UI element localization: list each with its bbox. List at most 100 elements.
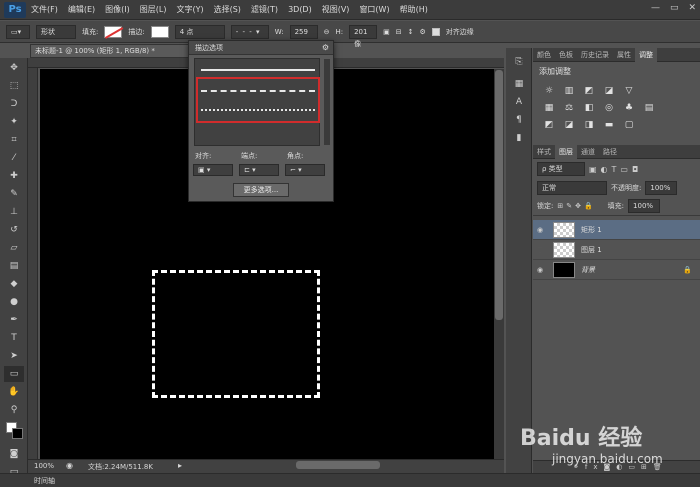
path-align-icon[interactable]: ⊟ (396, 28, 402, 36)
gradient-tool-icon[interactable]: ▤ (4, 258, 24, 274)
solid-line-option[interactable] (201, 69, 315, 71)
stamp-tool-icon[interactable]: ⊥ (4, 204, 24, 220)
zoom-level[interactable]: 100% (34, 462, 54, 470)
layer-name[interactable]: 背景 (581, 265, 595, 275)
color-swatches-icon[interactable] (4, 420, 24, 439)
status-menu-icon[interactable]: ◉ (66, 461, 73, 470)
tab-channels[interactable]: 通道 (577, 145, 599, 159)
actions-icon[interactable]: ▦ (509, 76, 529, 92)
crop-tool-icon[interactable]: ⌗ (4, 132, 24, 148)
brightness-icon[interactable]: ☼ (543, 85, 555, 97)
maximize-button[interactable]: ▭ (670, 3, 679, 13)
blend-mode-select[interactable]: 正常 (537, 181, 607, 195)
dashed-rectangle-shape[interactable] (152, 270, 320, 398)
menu-view[interactable]: 视图(V) (317, 4, 355, 15)
document-tab[interactable]: 未标题-1 @ 100% (矩形 1, RGB/8) * (30, 44, 190, 58)
invert-icon[interactable]: ◩ (543, 119, 555, 131)
photo-filter-icon[interactable]: ◎ (603, 102, 615, 114)
path-ops-icon[interactable]: ▣ (383, 28, 390, 36)
posterize-icon[interactable]: ◪ (563, 119, 575, 131)
stroke-swatch[interactable] (150, 25, 169, 38)
stroke-list-scrollbar[interactable] (324, 59, 330, 145)
link-icon[interactable]: ⊖ (324, 28, 330, 36)
menu-help[interactable]: 帮助(H) (395, 4, 433, 15)
tab-history[interactable]: 历史记录 (577, 48, 613, 62)
close-button[interactable]: ✕ (688, 3, 696, 13)
character-icon[interactable]: A (509, 94, 529, 110)
caps-select[interactable]: ⊏ ▾ (239, 164, 279, 176)
levels-icon[interactable]: ▥ (563, 85, 575, 97)
menu-edit[interactable]: 编辑(E) (63, 4, 100, 15)
dodge-tool-icon[interactable]: ● (4, 294, 24, 310)
visibility-eye-icon[interactable]: ◉ (533, 226, 547, 234)
menu-filter[interactable]: 滤镜(T) (246, 4, 283, 15)
menu-3d[interactable]: 3D(D) (283, 5, 317, 14)
tab-paths[interactable]: 路径 (599, 145, 621, 159)
layer-row-rect1[interactable]: ◉ 矩形 1 (533, 220, 700, 240)
corners-select[interactable]: ⌐ ▾ (285, 164, 325, 176)
width-input[interactable]: 259 像 (289, 24, 318, 48)
lasso-tool-icon[interactable]: ᑐ (4, 96, 24, 112)
tool-preset-picker[interactable]: ▭▾ (6, 24, 30, 39)
kind-filter-select[interactable]: ρ 类型 (537, 162, 585, 176)
opacity-input[interactable]: 100% (645, 181, 678, 195)
height-input[interactable]: 201 像 (349, 24, 378, 48)
gradient-map-icon[interactable]: ▬ (603, 119, 615, 131)
visibility-eye-icon[interactable]: ◉ (533, 266, 547, 274)
vertical-scrollbar-thumb[interactable] (495, 70, 503, 320)
eyedropper-tool-icon[interactable]: ⁄ (4, 150, 24, 166)
threshold-icon[interactable]: ◨ (583, 119, 595, 131)
tab-swatches[interactable]: 色板 (555, 48, 577, 62)
type-tool-icon[interactable]: T (4, 330, 24, 346)
pen-tool-icon[interactable]: ✒ (4, 312, 24, 328)
history-icon[interactable]: ⎘ (509, 54, 529, 70)
menu-image[interactable]: 图像(I) (100, 4, 135, 15)
quick-mask-icon[interactable]: ◙ (4, 446, 24, 462)
path-arrange-icon[interactable]: ↕ (408, 28, 414, 36)
stroke-width-input[interactable]: 4 点 (174, 24, 225, 39)
hand-tool-icon[interactable]: ✋ (4, 384, 24, 400)
fill-swatch[interactable] (104, 25, 123, 38)
zoom-tool-icon[interactable]: ⚲ (4, 402, 24, 418)
rectangle-tool-icon[interactable]: ▭ (4, 366, 24, 382)
filter-icons[interactable]: ▣◐T▭◘ (589, 165, 642, 174)
shape-mode-select[interactable]: 形状 (36, 24, 76, 39)
color-lookup-icon[interactable]: ▤ (643, 102, 655, 114)
stroke-type-select[interactable]: - - - ▾ (230, 24, 269, 39)
vibrance-icon[interactable]: ▽ (623, 85, 635, 97)
color-balance-icon[interactable]: ⚖ (563, 102, 575, 114)
tab-styles[interactable]: 样式 (533, 145, 555, 159)
fill-input[interactable]: 100% (628, 199, 661, 213)
magic-wand-tool-icon[interactable]: ✦ (4, 114, 24, 130)
align-select[interactable]: ▣ ▾ (193, 164, 233, 176)
layer-row-background[interactable]: ◉ 背景 🔒 (533, 260, 700, 280)
menu-window[interactable]: 窗口(W) (354, 4, 394, 15)
layer-name[interactable]: 矩形 1 (581, 225, 602, 235)
curves-icon[interactable]: ◩ (583, 85, 595, 97)
horizontal-scrollbar-thumb[interactable] (296, 461, 380, 469)
exposure-icon[interactable]: ◪ (603, 85, 615, 97)
tab-layers[interactable]: 图层 (555, 144, 577, 159)
align-edges-checkbox[interactable] (431, 27, 440, 36)
menu-type[interactable]: 文字(Y) (171, 4, 208, 15)
info-icon[interactable]: ▮ (509, 130, 529, 146)
gear-icon[interactable]: ⚙ (322, 43, 329, 52)
gear-icon[interactable]: ⚙ (419, 28, 425, 36)
status-arrow-icon[interactable]: ▸ (178, 461, 182, 470)
channel-mixer-icon[interactable]: ♣ (623, 102, 635, 114)
menu-select[interactable]: 选择(S) (209, 4, 246, 15)
blur-tool-icon[interactable]: ◆ (4, 276, 24, 292)
more-options-button[interactable]: 更多选项... (233, 183, 289, 197)
move-tool-icon[interactable]: ✥ (4, 60, 24, 76)
menu-layer[interactable]: 图层(L) (135, 4, 172, 15)
layer-name[interactable]: 图层 1 (581, 245, 602, 255)
brush-tool-icon[interactable]: ✎ (4, 186, 24, 202)
minimize-button[interactable]: — (651, 3, 660, 13)
tab-adjustments[interactable]: 调整 (635, 47, 657, 62)
selective-color-icon[interactable]: ▢ (623, 119, 635, 131)
paragraph-icon[interactable]: ¶ (509, 112, 529, 128)
visibility-off-icon[interactable]: ▢ (533, 246, 547, 254)
path-selection-tool-icon[interactable]: ➤ (4, 348, 24, 364)
tab-color[interactable]: 颜色 (533, 48, 555, 62)
tab-properties[interactable]: 属性 (613, 48, 635, 62)
